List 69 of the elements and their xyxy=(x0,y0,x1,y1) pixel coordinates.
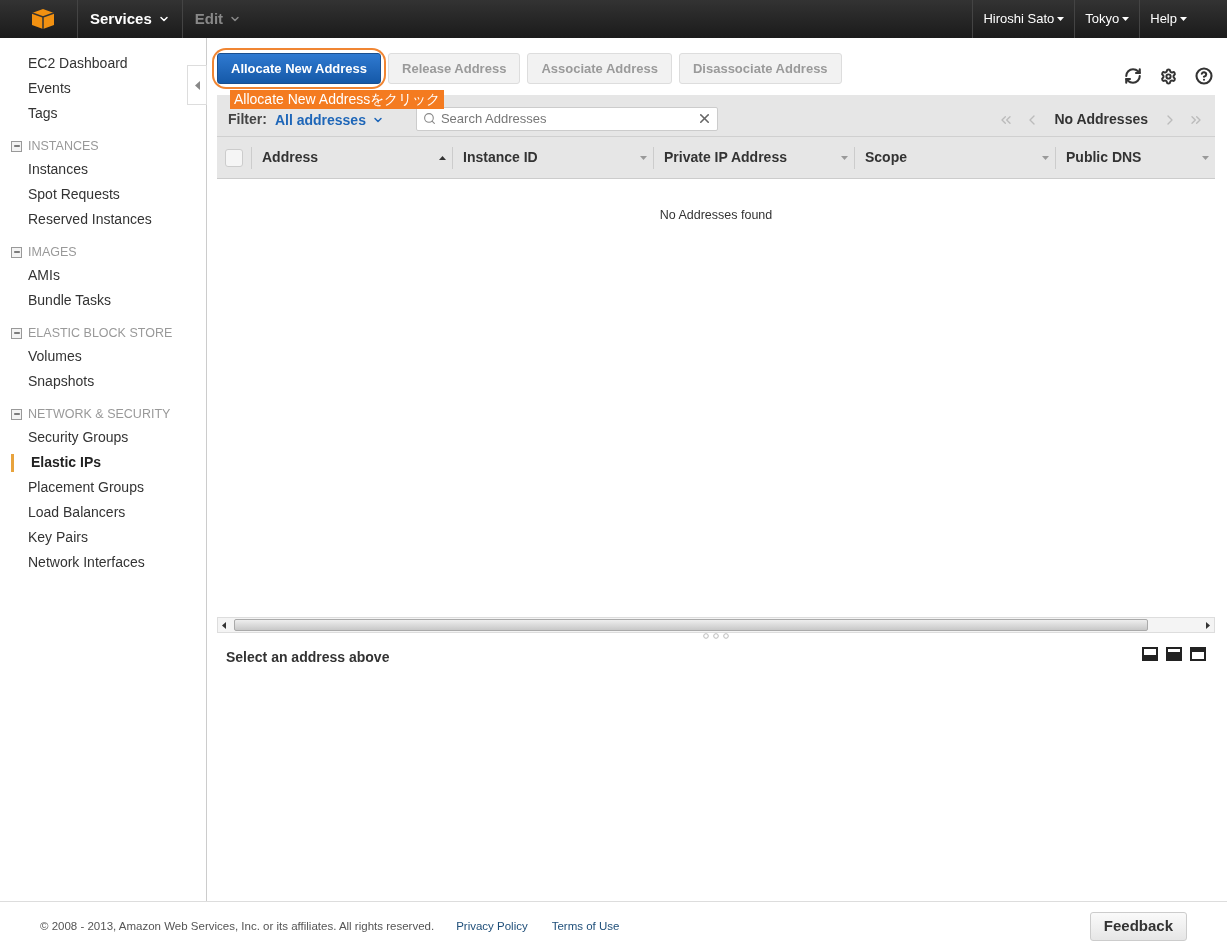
footer-link[interactable]: Privacy Policy xyxy=(456,917,528,936)
horizontal-scrollbar[interactable] xyxy=(217,617,1215,633)
cube-logo-icon[interactable] xyxy=(31,8,55,30)
refresh-icon[interactable] xyxy=(1124,67,1142,85)
collapse-toggle-icon[interactable] xyxy=(11,246,22,258)
sidebar-item[interactable]: Key Pairs xyxy=(28,527,88,548)
column-header[interactable]: Private IP Address xyxy=(664,147,787,168)
collapse-toggle-icon[interactable] xyxy=(11,327,22,339)
sidebar-item[interactable]: Load Balancers xyxy=(28,502,126,523)
nav-menu[interactable]: Hiroshi Sato xyxy=(972,0,1075,38)
sidebar-item[interactable]: Volumes xyxy=(28,346,82,367)
sidebar-item[interactable]: Placement Groups xyxy=(28,477,144,498)
collapse-toggle-icon[interactable] xyxy=(11,408,22,420)
sidebar-item[interactable]: Events xyxy=(28,78,71,99)
bottom-pane-layout-icon[interactable] xyxy=(1142,647,1158,661)
scroll-right-icon[interactable] xyxy=(1206,621,1210,629)
column-menu-icon[interactable] xyxy=(1202,155,1209,160)
detail-pane-title: Select an address above xyxy=(226,648,390,667)
sidebar-section-heading: ELASTIC BLOCK STORE xyxy=(28,324,173,342)
sidebar-section-heading: IMAGES xyxy=(28,243,77,261)
nav-menu[interactable]: Services xyxy=(77,0,182,38)
search-field[interactable]: Search Addresses xyxy=(415,106,718,131)
sidebar-item[interactable]: Snapshots xyxy=(28,371,95,392)
sidebar-item[interactable]: EC2 Dashboard xyxy=(28,53,128,74)
scrollbar-thumb[interactable] xyxy=(234,619,1148,631)
top-pane-layout-icon[interactable] xyxy=(1190,647,1206,661)
column-header[interactable]: Address xyxy=(262,147,319,168)
toolbar-button[interactable]: Allocate New Address xyxy=(217,53,382,84)
select-all-checkbox[interactable] xyxy=(225,148,243,167)
nav-menu[interactable]: Help xyxy=(1139,0,1197,38)
sidebar-item[interactable]: Reserved Instances xyxy=(28,209,152,230)
triangle-left-icon xyxy=(194,80,200,90)
sidebar-item[interactable]: Tags xyxy=(28,103,58,124)
sidebar-item[interactable]: Security Groups xyxy=(28,427,129,448)
collapse-toggle-icon[interactable] xyxy=(11,140,22,152)
filter-label: Filter: xyxy=(228,110,267,129)
collapse-sidebar-tab[interactable] xyxy=(187,65,207,105)
sidebar-item[interactable]: Network Interfaces xyxy=(28,552,145,573)
nav-menu[interactable]: Tokyo xyxy=(1074,0,1140,38)
caret-icon xyxy=(1122,17,1130,21)
feedback-button[interactable]: Feedback xyxy=(1089,912,1187,941)
sidebar-item[interactable]: AMIs xyxy=(28,265,60,286)
pager-status: No Addresses xyxy=(1053,110,1149,129)
sidebar-section-heading: INSTANCES xyxy=(28,137,99,155)
settings-icon[interactable] xyxy=(1160,67,1177,85)
empty-table-message: No Addresses found xyxy=(659,207,773,224)
resize-handle-icon[interactable] xyxy=(703,633,729,639)
sidebar-section-heading: NETWORK & SECURITY xyxy=(28,405,171,423)
column-menu-icon[interactable] xyxy=(841,155,848,160)
footer-link[interactable]: Terms of Use xyxy=(551,917,620,936)
search-icon xyxy=(422,112,436,125)
column-menu-icon[interactable] xyxy=(640,155,647,160)
instruction-tooltip: Allocate New Addressをクリック xyxy=(230,90,445,109)
column-menu-icon[interactable] xyxy=(1042,155,1049,160)
caret-icon xyxy=(1057,17,1065,21)
column-header[interactable]: Public DNS xyxy=(1066,147,1142,168)
sidebar-item[interactable]: Elastic IPs xyxy=(31,452,102,473)
caret-icon xyxy=(1180,17,1187,21)
copyright-text: © 2008 - 2013, Amazon Web Services, Inc. or its affiliates. All rights reserved. xyxy=(40,918,435,934)
sidebar-item[interactable]: Bundle Tasks xyxy=(28,290,111,311)
column-header[interactable]: Scope xyxy=(865,147,907,168)
scroll-left-icon[interactable] xyxy=(222,621,226,629)
help-icon[interactable] xyxy=(1195,67,1213,85)
sidebar-item[interactable]: Spot Requests xyxy=(28,184,120,205)
sort-ascending-icon[interactable] xyxy=(439,155,446,160)
column-header[interactable]: Instance ID xyxy=(463,147,538,168)
sidebar-item[interactable]: Instances xyxy=(28,159,88,180)
split-pane-layout-icon[interactable] xyxy=(1166,647,1182,661)
filter-dropdown[interactable]: All addresses xyxy=(274,112,384,128)
